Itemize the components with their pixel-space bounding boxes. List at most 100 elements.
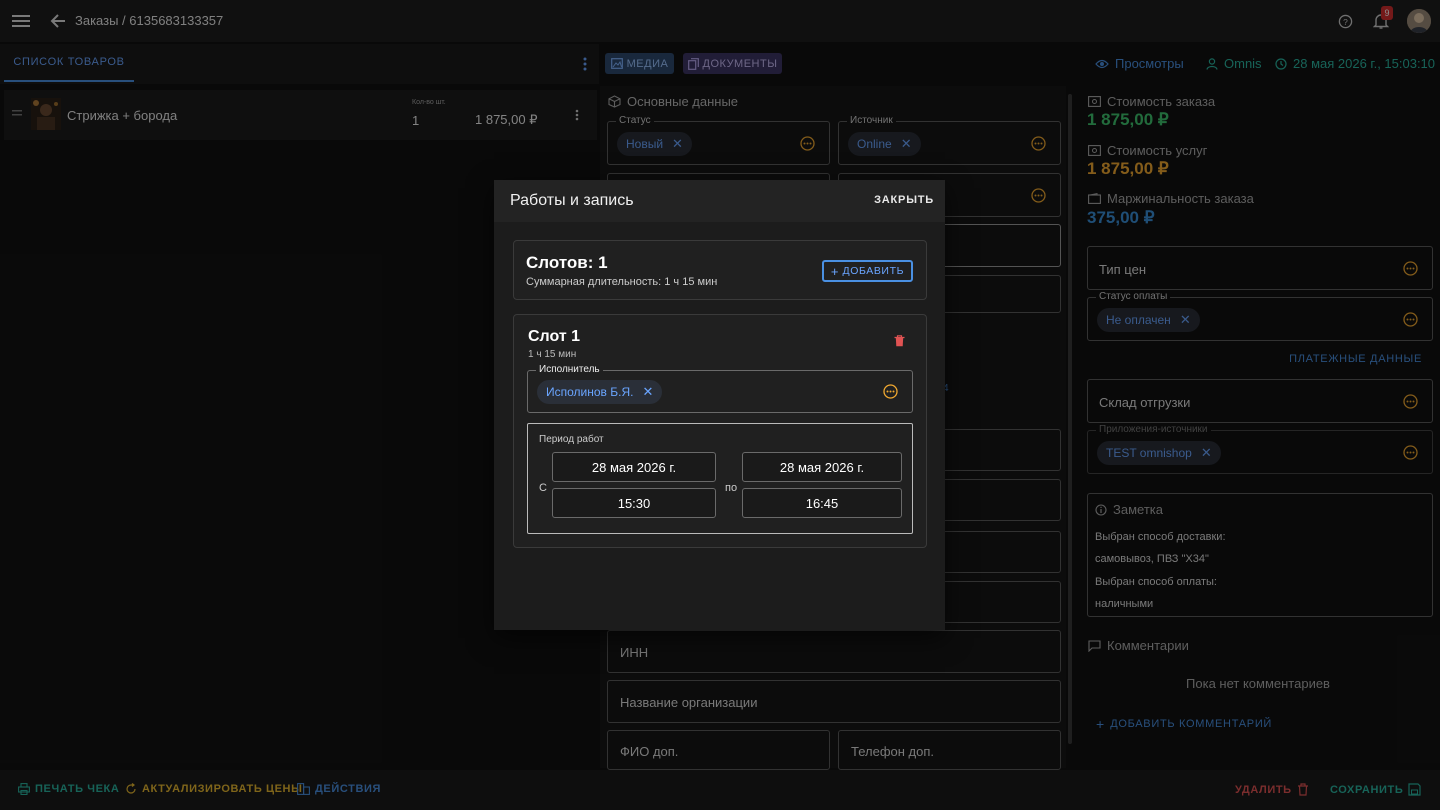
product-row[interactable]: Стрижка + борода Кол-во шт. 1 1 875,00 ₽ <box>4 90 597 140</box>
end-time-input[interactable]: 16:45 <box>742 488 902 518</box>
slot-duration: 1 ч 15 мин <box>528 349 577 360</box>
status-field[interactable]: Статус Новый ✕ <box>607 115 830 165</box>
summary-panel: Стоимость заказа 1 875,00 ₽ Стоимость ус… <box>1076 86 1440 768</box>
note-line: Выбран способ оплаты: <box>1095 576 1217 588</box>
add-slot-button[interactable]: + ДОБАВИТЬ <box>822 260 913 282</box>
more-horiz-circle-icon[interactable] <box>800 136 815 151</box>
start-date-input[interactable]: 28 мая 2026 г. <box>552 452 716 482</box>
menu-icon[interactable] <box>10 10 32 32</box>
warehouse-field[interactable]: Склад отгрузки <box>1087 379 1433 423</box>
more-horiz-circle-icon[interactable] <box>1031 136 1046 151</box>
dialog-title: Работы и запись <box>510 192 634 209</box>
refresh-prices-button[interactable]: АКТУАЛИЗИРОВАТЬ ЦЕНЫ <box>125 783 302 795</box>
more-horiz-circle-icon[interactable] <box>1403 312 1418 327</box>
start-time-input[interactable]: 15:30 <box>552 488 716 518</box>
save-label: СОХРАНИТЬ <box>1330 783 1404 796</box>
end-date-input[interactable]: 28 мая 2026 г. <box>742 452 902 482</box>
delete-button[interactable]: УДАЛИТЬ <box>1235 783 1309 796</box>
order-datetime: 28 мая 2026 г., 15:03:10 <box>1293 56 1436 71</box>
executor-chip[interactable]: Исполинов Б.Я. ✕ <box>537 380 663 404</box>
section-header: Основные данные <box>608 94 738 109</box>
note-line: самовывоз, ПВЗ "Х34" <box>1095 553 1209 565</box>
work-period-label: Период работ <box>539 434 604 445</box>
extra-phone-field[interactable]: Телефон доп. <box>838 730 1061 770</box>
to-label: по <box>725 482 738 494</box>
plus-icon: + <box>830 263 839 279</box>
save-button[interactable]: СОХРАНИТЬ <box>1330 783 1421 796</box>
product-name: Стрижка + борода <box>67 108 178 123</box>
drag-handle-icon[interactable] <box>12 110 22 116</box>
margin-header: Маржинальность заказа <box>1088 191 1254 206</box>
org-name-field[interactable]: Название организации <box>607 680 1061 723</box>
price-type-field[interactable]: Тип цен <box>1087 246 1433 290</box>
media-label: МЕДИА <box>626 57 669 70</box>
more-horiz-circle-icon[interactable] <box>883 384 898 399</box>
payment-status-chip[interactable]: Не оплачен ✕ <box>1097 308 1200 332</box>
print-receipt-button[interactable]: ПЕЧАТЬ ЧЕКА <box>18 783 119 795</box>
more-horiz-circle-icon[interactable] <box>1403 445 1418 460</box>
payment-status-field[interactable]: Статус оплаты Не оплачен ✕ <box>1087 291 1433 341</box>
slots-summary-card: Слотов: 1 Суммарная длительность: 1 ч 15… <box>513 240 927 300</box>
more-horiz-circle-icon[interactable] <box>1403 261 1418 276</box>
note-header: Заметка <box>1095 502 1163 517</box>
bottom-bar: ПЕЧАТЬ ЧЕКА АКТУАЛИЗИРОВАТЬ ЦЕНЫ ДЕЙСТВИ… <box>0 770 1440 810</box>
extra-fio-field[interactable]: ФИО доп. <box>607 730 830 770</box>
actions-button[interactable]: ДЕЙСТВИЯ <box>297 783 381 795</box>
top-bar: Заказы / 6135683133357 ? 9 <box>0 0 1440 42</box>
box-icon <box>608 95 621 108</box>
print-receipt-label: ПЕЧАТЬ ЧЕКА <box>35 783 120 795</box>
chip-close-icon[interactable]: ✕ <box>901 136 912 152</box>
tab-products-label: СПИСОК ТОВАРОВ <box>13 56 125 68</box>
note-line: Выбран способ доставки: <box>1095 531 1226 543</box>
tab-products[interactable]: СПИСОК ТОВАРОВ <box>4 44 134 82</box>
note-box[interactable]: Заметка Выбран способ доставки: самовыво… <box>1087 493 1433 617</box>
inn-field[interactable]: ИНН <box>607 630 1061 673</box>
source-apps-chip-text: TEST omnishop <box>1106 446 1192 460</box>
executor-label: Исполнитель <box>536 364 603 376</box>
scrollbar[interactable] <box>1068 94 1072 744</box>
org-name-placeholder: Название организации <box>620 695 758 710</box>
order-cost-value: 1 875,00 ₽ <box>1087 110 1169 129</box>
source-field[interactable]: Источник Online ✕ <box>838 115 1061 165</box>
delete-slot-icon[interactable] <box>894 335 905 347</box>
views-link[interactable]: Просмотры <box>1095 56 1184 71</box>
chip-close-icon[interactable]: ✕ <box>1201 445 1212 461</box>
payment-data-link[interactable]: ПЛАТЕЖНЫЕ ДАННЫЕ <box>1289 353 1422 365</box>
source-apps-field[interactable]: Приложения-источники TEST omnishop ✕ <box>1087 424 1433 474</box>
slots-count: Слотов: 1 <box>526 253 608 272</box>
eye-icon <box>1095 59 1109 68</box>
help-icon[interactable]: ? <box>1336 12 1354 30</box>
more-horiz-circle-icon[interactable] <box>1031 188 1046 203</box>
chip-close-icon[interactable]: ✕ <box>1180 312 1191 328</box>
datetime-info: 28 мая 2026 г., 15:03:10 <box>1275 56 1435 71</box>
add-comment-button[interactable]: + ДОБАВИТЬ КОММЕНТАРИЙ <box>1096 716 1272 732</box>
refresh-prices-label: АКТУАЛИЗИРОВАТЬ ЦЕНЫ <box>142 783 303 795</box>
close-button[interactable]: ЗАКРЫТЬ <box>874 194 934 206</box>
more-horiz-circle-icon[interactable] <box>1403 394 1418 409</box>
status-chip[interactable]: Новый ✕ <box>617 132 692 156</box>
delete-label: УДАЛИТЬ <box>1235 783 1292 796</box>
executor-field[interactable]: Исполнитель Исполинов Б.Я. ✕ <box>527 364 913 413</box>
qty-value[interactable]: 1 <box>412 113 419 128</box>
source-chip[interactable]: Online ✕ <box>848 132 921 156</box>
status-label: Статус <box>616 115 654 127</box>
more-vert-icon[interactable] <box>576 54 594 74</box>
refresh-icon <box>126 783 136 794</box>
from-label: С <box>539 482 547 494</box>
source-apps-chip[interactable]: TEST omnishop ✕ <box>1097 441 1221 465</box>
total-duration: Суммарная длительность: 1 ч 15 мин <box>526 276 718 288</box>
row-more-icon[interactable] <box>570 106 584 124</box>
media-button[interactable]: МЕДИА <box>605 53 674 74</box>
margin-value: 375,00 ₽ <box>1087 208 1155 227</box>
price-type-placeholder: Тип цен <box>1099 262 1146 277</box>
slot-card: Слот 1 1 ч 15 мин Исполнитель Исполинов … <box>513 314 927 548</box>
actions-label: ДЕЙСТВИЯ <box>315 783 382 795</box>
order-cost-header: Стоимость заказа <box>1088 94 1215 109</box>
avatar[interactable] <box>1407 9 1431 33</box>
back-arrow-icon[interactable] <box>47 10 69 32</box>
documents-icon <box>687 57 699 70</box>
source-apps-label: Приложения-источники <box>1096 424 1211 436</box>
chip-close-icon[interactable]: ✕ <box>672 136 683 152</box>
documents-button[interactable]: ДОКУМЕНТЫ <box>683 53 782 74</box>
chip-close-icon[interactable]: ✕ <box>642 384 653 400</box>
